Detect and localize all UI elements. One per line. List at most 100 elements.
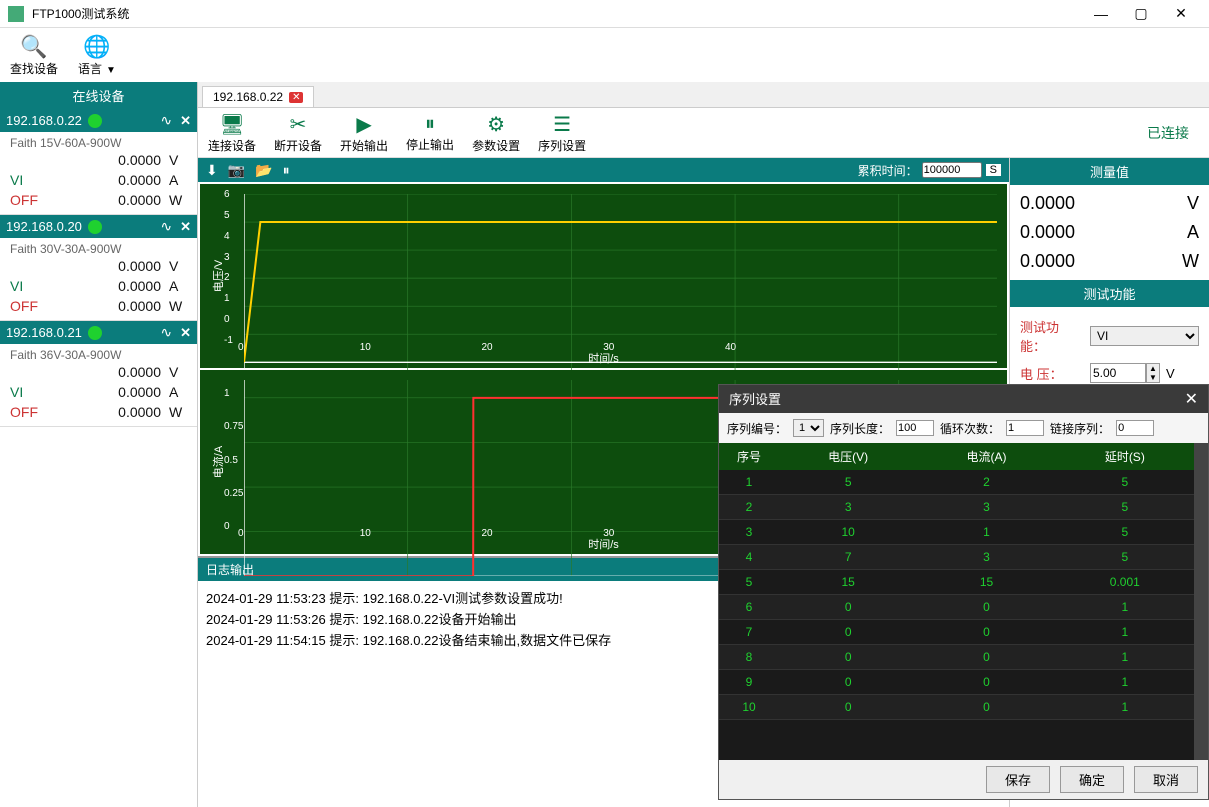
find-device-button[interactable]: 🔍 查找设备: [10, 34, 58, 77]
volt-label: 电 压：: [1020, 364, 1084, 383]
sequence-row[interactable]: 1525: [719, 470, 1194, 495]
sidebar: 在线设备 192.168.0.22∿✕ Faith 15V-60A-900W 0…: [0, 82, 198, 807]
stop-output-button[interactable]: ⏸停止输出: [406, 113, 454, 153]
sequence-row[interactable]: 31015: [719, 520, 1194, 545]
globe-icon: 🌐: [83, 34, 110, 60]
minimize-button[interactable]: —: [1081, 6, 1121, 22]
sequence-table: 序号电压(V)电流(A)延时(S) 1525233531015473551515…: [719, 443, 1208, 760]
param-settings-button[interactable]: ⚙参数设置: [472, 112, 520, 154]
sequence-settings-button[interactable]: ☰序列设置: [538, 112, 586, 154]
download-icon[interactable]: ⬇: [206, 162, 218, 179]
dialog-footer: 保存 确定 取消: [719, 760, 1208, 799]
save-button[interactable]: 保存: [986, 766, 1050, 793]
chevron-down-icon: ▼: [106, 65, 116, 76]
maximize-button[interactable]: ▢: [1121, 5, 1161, 22]
camera-icon[interactable]: 📷: [228, 162, 245, 179]
dialog-title: 序列设置: [729, 389, 781, 409]
window-title: FTP1000测试系统: [32, 5, 1081, 22]
connect-button[interactable]: 🖥连接设备: [208, 112, 256, 154]
sequence-row[interactable]: 6001: [719, 595, 1194, 620]
accum-time-label: 累积时间：: [858, 162, 918, 179]
list-icon: ☰: [553, 112, 571, 137]
seq-num-select[interactable]: 1: [793, 419, 824, 437]
device-item[interactable]: 192.168.0.20∿✕ Faith 30V-30A-900W 0.0000…: [0, 215, 197, 321]
seq-num-label: 序列编号：: [727, 420, 787, 437]
seq-link-label: 链接序列：: [1050, 420, 1110, 437]
sidebar-header: 在线设备: [0, 82, 197, 109]
device-model: Faith 30V-30A-900W: [10, 242, 187, 256]
tabbar: 192.168.0.22 ✕: [198, 82, 1209, 108]
dialog-title-bar[interactable]: 序列设置 ✕: [719, 385, 1208, 413]
seq-loop-label: 循环次数：: [940, 420, 1000, 437]
measurement-panel: 0.0000V 0.0000A 0.0000W: [1010, 185, 1209, 280]
volt-input[interactable]: [1090, 363, 1146, 383]
seq-col-header: 延时(S): [1056, 443, 1194, 470]
seq-col-header: 电压(V): [779, 443, 917, 470]
signal-icon: ∿: [160, 112, 172, 129]
titlebar: FTP1000测试系统 — ▢ ✕: [0, 0, 1209, 28]
status-dot-icon: [88, 326, 102, 340]
meas-current: 0.0000: [1020, 222, 1075, 243]
folder-icon[interactable]: 📂: [255, 162, 272, 179]
status-dot-icon: [88, 220, 102, 234]
seq-len-label: 序列长度：: [830, 420, 890, 437]
voltage-chart: 电压/V 时间/s -10123456010203040: [200, 184, 1007, 368]
sequence-body[interactable]: 15252335310154735515150.0016001700180019…: [719, 470, 1194, 760]
accum-unit: S: [986, 164, 1001, 176]
sequence-row[interactable]: 10001: [719, 695, 1194, 720]
device-ip: 192.168.0.22: [6, 113, 82, 128]
unlink-icon: ✂: [290, 112, 307, 137]
app-icon: [8, 6, 24, 22]
language-label: 语言: [78, 62, 102, 76]
connection-toolbar: 🖥连接设备 ✂断开设备 ▶开始输出 ⏸停止输出 ⚙参数设置 ☰序列设置 已连接: [198, 108, 1209, 158]
scrollbar[interactable]: [1194, 443, 1208, 760]
ok-button[interactable]: 确定: [1060, 766, 1124, 793]
dialog-controls: 序列编号： 1 序列长度： 循环次数： 链接序列：: [719, 413, 1208, 443]
signal-icon: ∿: [160, 218, 172, 235]
language-button[interactable]: 🌐 语言 ▼: [78, 34, 116, 77]
sequence-row[interactable]: 9001: [719, 670, 1194, 695]
accum-time-input[interactable]: [922, 162, 982, 178]
start-output-button[interactable]: ▶开始输出: [340, 112, 388, 154]
sequence-row[interactable]: 4735: [719, 545, 1194, 570]
func-label: 测试功能：: [1020, 317, 1084, 355]
cancel-button[interactable]: 取消: [1134, 766, 1198, 793]
seq-loop-input[interactable]: [1006, 420, 1044, 436]
status-dot-icon: [88, 114, 102, 128]
seq-link-input[interactable]: [1116, 420, 1154, 436]
measurement-header: 测量值: [1010, 158, 1209, 185]
gear-icon: ⚙: [487, 112, 505, 137]
test-header: 测试功能: [1010, 280, 1209, 307]
sequence-row[interactable]: 515150.001: [719, 570, 1194, 595]
tab-device[interactable]: 192.168.0.22 ✕: [202, 86, 314, 107]
tab-label: 192.168.0.22: [213, 90, 283, 104]
search-icon: 🔍: [20, 34, 47, 60]
device-item[interactable]: 192.168.0.21∿✕ Faith 36V-30A-900W 0.0000…: [0, 321, 197, 427]
remove-device-icon[interactable]: ✕: [180, 219, 191, 235]
sequence-row[interactable]: 7001: [719, 620, 1194, 645]
close-button[interactable]: ✕: [1161, 5, 1201, 22]
seq-col-header: 电流(A): [917, 443, 1055, 470]
seq-len-input[interactable]: [896, 420, 934, 436]
spin-up-icon[interactable]: ▲▼: [1146, 363, 1160, 383]
device-model: Faith 15V-60A-900W: [10, 136, 187, 150]
chart-toolbar: ⬇ 📷 📂 ⏸ 累积时间： S: [198, 158, 1009, 182]
pause-chart-icon[interactable]: ⏸: [283, 162, 290, 179]
sequence-row[interactable]: 2335: [719, 495, 1194, 520]
seq-col-header: 序号: [719, 443, 779, 470]
sequence-row[interactable]: 8001: [719, 645, 1194, 670]
main-toolbar: 🔍 查找设备 🌐 语言 ▼: [0, 28, 1209, 82]
remove-device-icon[interactable]: ✕: [180, 325, 191, 341]
find-device-label: 查找设备: [10, 60, 58, 77]
dialog-close-icon[interactable]: ✕: [1185, 389, 1198, 409]
monitor-icon: 🖥: [219, 112, 244, 137]
device-model: Faith 36V-30A-900W: [10, 348, 187, 362]
disconnect-button[interactable]: ✂断开设备: [274, 112, 322, 154]
remove-device-icon[interactable]: ✕: [180, 113, 191, 129]
signal-icon: ∿: [160, 324, 172, 341]
tab-close-icon[interactable]: ✕: [289, 92, 303, 103]
connection-status: 已连接: [1147, 123, 1189, 143]
meas-voltage: 0.0000: [1020, 193, 1075, 214]
func-select[interactable]: VI: [1090, 326, 1199, 346]
device-item[interactable]: 192.168.0.22∿✕ Faith 15V-60A-900W 0.0000…: [0, 109, 197, 215]
